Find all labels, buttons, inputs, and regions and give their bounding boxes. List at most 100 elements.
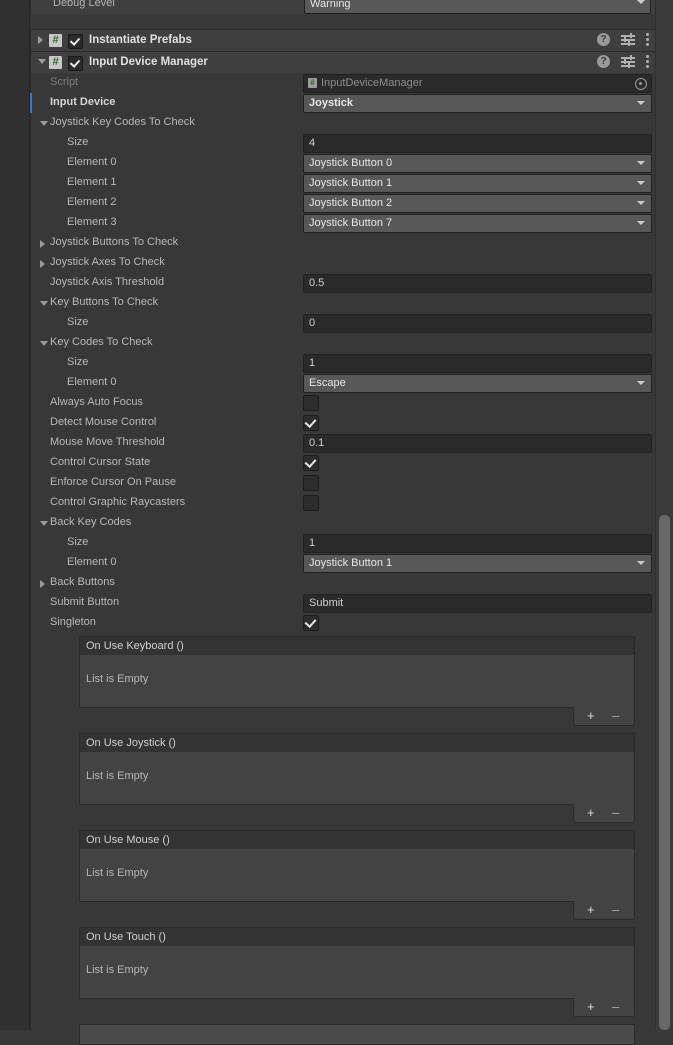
property-label: Back Buttons: [50, 576, 115, 588]
enum-dropdown[interactable]: Joystick: [303, 94, 652, 113]
property-label: Element 0: [67, 376, 117, 388]
unity-event-title: On Use Joystick (): [86, 737, 176, 749]
chevron-down-icon: [637, 101, 645, 105]
chevron-right-icon[interactable]: [40, 240, 45, 248]
property-row: Size 4: [31, 133, 655, 153]
chevron-right-icon[interactable]: [40, 580, 45, 588]
component-header-icons: ?: [597, 33, 649, 46]
text-field[interactable]: 4: [303, 134, 652, 153]
debug-level-label: Debug Level: [53, 0, 115, 9]
property-label: Input Device: [50, 96, 116, 108]
unity-event-list[interactable]: List is Empty: [79, 946, 635, 999]
add-listener-button[interactable]: +: [587, 1000, 595, 1013]
help-icon[interactable]: ?: [597, 33, 610, 46]
component-enabled-checkbox[interactable]: [68, 56, 83, 71]
field-value: 0: [309, 317, 316, 329]
help-icon[interactable]: ?: [597, 55, 610, 68]
unity-event-list[interactable]: List is Empty: [79, 655, 635, 708]
property-label: Singleton: [50, 616, 96, 628]
chevron-down-icon[interactable]: [40, 121, 48, 126]
property-row: Script # InputDeviceManager: [31, 73, 655, 93]
checkbox[interactable]: [303, 615, 319, 631]
remove-listener-button[interactable]: –: [612, 709, 619, 722]
property-row: Element 2 Joystick Button 2: [31, 193, 655, 213]
checkbox[interactable]: [303, 495, 319, 511]
chevron-down-icon: [637, 381, 645, 385]
unity-event-title: On Use Touch (): [86, 931, 166, 943]
chevron-down-icon[interactable]: [40, 521, 48, 526]
chevron-down-icon[interactable]: [40, 301, 48, 306]
checkbox[interactable]: [303, 475, 319, 491]
property-label: Joystick Buttons To Check: [50, 236, 179, 248]
property-label: Size: [67, 536, 89, 548]
property-label: Joystick Axis Threshold: [50, 276, 165, 288]
property-row: Mouse Move Threshold 0.1: [31, 433, 655, 453]
unity-event-block-clipped: [79, 1024, 635, 1045]
vertical-scrollbar-thumb[interactable]: [659, 515, 670, 1030]
component-enabled-checkbox[interactable]: [68, 34, 83, 49]
property-row: Control Cursor State: [31, 453, 655, 473]
unity-event-block: On Use Keyboard () List is Empty + –: [79, 636, 635, 726]
object-picker-icon[interactable]: [635, 78, 647, 90]
text-field[interactable]: 0.1: [303, 434, 652, 453]
add-listener-button[interactable]: +: [587, 709, 595, 722]
component-header-instantiate-prefabs[interactable]: # Instantiate Prefabs ?: [30, 29, 656, 52]
text-field[interactable]: 1: [303, 534, 652, 553]
unity-event-footer: + –: [573, 998, 635, 1017]
property-row: Key Buttons To Check: [31, 293, 655, 313]
enum-dropdown[interactable]: Joystick Button 2: [303, 194, 652, 213]
unity-event-list[interactable]: List is Empty: [79, 752, 635, 805]
checkbox[interactable]: [303, 455, 319, 471]
chevron-right-icon[interactable]: [40, 260, 45, 268]
text-field[interactable]: 0.5: [303, 274, 652, 293]
component-title: Input Device Manager: [89, 56, 208, 68]
object-field[interactable]: # InputDeviceManager: [303, 74, 652, 93]
remove-listener-button[interactable]: –: [612, 1000, 619, 1013]
chevron-down-icon[interactable]: [40, 341, 48, 346]
kebab-menu-icon[interactable]: [646, 33, 649, 46]
property-label: Element 1: [67, 176, 117, 188]
property-label: Always Auto Focus: [50, 396, 143, 408]
checkbox[interactable]: [303, 415, 319, 431]
chevron-right-icon[interactable]: [38, 36, 43, 44]
enum-dropdown[interactable]: Escape: [303, 374, 652, 393]
vertical-scrollbar-track[interactable]: [655, 0, 673, 1030]
enum-dropdown[interactable]: Joystick Button 1: [303, 174, 652, 193]
inspector-panel: Debug Level Warning # Instantiate Prefab…: [0, 0, 673, 1045]
preset-icon[interactable]: [621, 55, 635, 68]
text-field[interactable]: Submit: [303, 594, 652, 613]
component-header-input-device-manager[interactable]: # Input Device Manager ?: [30, 51, 656, 74]
property-label: Detect Mouse Control: [50, 416, 157, 428]
add-listener-button[interactable]: +: [587, 806, 595, 819]
debug-level-dropdown[interactable]: Warning: [304, 0, 651, 14]
checkbox[interactable]: [303, 395, 319, 411]
enum-dropdown[interactable]: Joystick Button 7: [303, 214, 652, 233]
property-row: Joystick Key Codes To Check: [31, 113, 655, 133]
enum-dropdown[interactable]: Joystick Button 1: [303, 554, 652, 573]
property-row: Joystick Axes To Check: [31, 253, 655, 273]
remove-listener-button[interactable]: –: [612, 806, 619, 819]
property-label: Submit Button: [50, 596, 120, 608]
property-label: Size: [67, 356, 89, 368]
property-label: Script: [50, 76, 79, 88]
kebab-menu-icon[interactable]: [646, 55, 649, 68]
chevron-down-icon: [637, 161, 645, 165]
component-title: Instantiate Prefabs: [89, 34, 192, 46]
unity-event-header: On Use Mouse (): [79, 830, 635, 851]
remove-listener-button[interactable]: –: [612, 903, 619, 916]
property-row: Singleton: [31, 613, 655, 633]
unity-event-footer: + –: [573, 804, 635, 823]
text-field[interactable]: 0: [303, 314, 652, 333]
dropdown-value: Joystick Button 1: [309, 177, 393, 189]
add-listener-button[interactable]: +: [587, 903, 595, 916]
property-label: Joystick Key Codes To Check: [50, 116, 195, 128]
unity-event-block: On Use Joystick () List is Empty + –: [79, 733, 635, 823]
preset-icon[interactable]: [621, 33, 635, 46]
property-row: Size 0: [31, 313, 655, 333]
inspector-left-gutter: [0, 0, 29, 1030]
enum-dropdown[interactable]: Joystick Button 0: [303, 154, 652, 173]
debug-level-value: Warning: [310, 0, 351, 10]
unity-event-list[interactable]: List is Empty: [79, 849, 635, 902]
chevron-down-icon[interactable]: [38, 59, 46, 64]
text-field[interactable]: 1: [303, 354, 652, 373]
